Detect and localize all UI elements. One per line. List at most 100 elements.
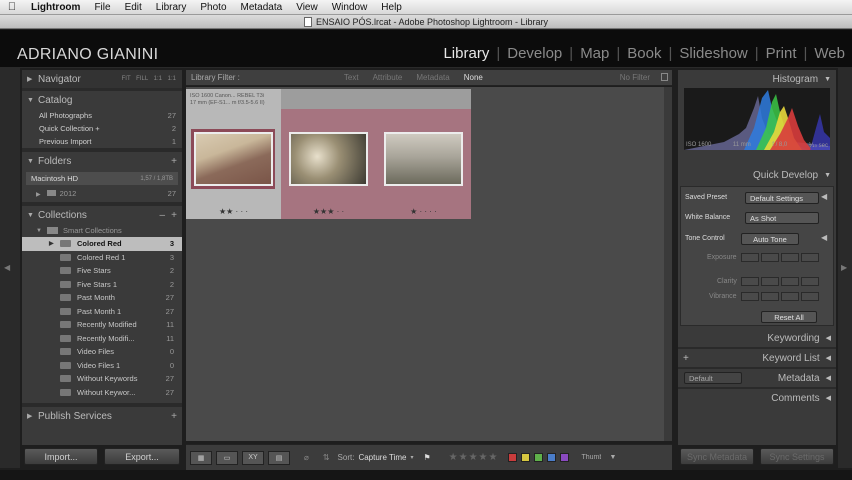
collection-item-recently-modified-1[interactable]: Recently Modifi... 11 bbox=[22, 332, 182, 346]
sync-settings-button[interactable]: Sync Settings bbox=[760, 448, 834, 465]
grid-cell[interactable]: ★ · · · · bbox=[376, 89, 471, 219]
rating-filter-stars[interactable]: ★★★★★ bbox=[449, 452, 499, 463]
star-rating[interactable]: ★★★ · · bbox=[281, 207, 376, 216]
left-panel-arrow-icon[interactable]: ◀ bbox=[4, 263, 10, 272]
collapse-triangle-icon[interactable]: ▼ bbox=[27, 212, 38, 219]
painter-icon[interactable]: ⌀ bbox=[304, 453, 309, 462]
grid-scrollbar[interactable] bbox=[664, 87, 672, 441]
chevron-down-icon[interactable]: ▾ bbox=[410, 454, 413, 461]
filter-preset-dropdown[interactable]: No Filter bbox=[620, 73, 650, 82]
flag-icon[interactable]: ⚑ bbox=[423, 453, 430, 462]
photo-thumbnail[interactable] bbox=[194, 132, 273, 186]
clarity-decrease-button[interactable] bbox=[761, 277, 779, 286]
expand-triangle-icon[interactable]: ◀ bbox=[826, 374, 831, 382]
menu-library[interactable]: Library bbox=[149, 2, 194, 13]
expand-triangle-icon[interactable]: ◀ bbox=[826, 394, 831, 402]
quick-develop-header[interactable]: Quick Develop ▼ bbox=[678, 166, 836, 184]
metadata-header[interactable]: Default Metadata ◀ bbox=[678, 369, 836, 387]
navigator-zoom-options[interactable]: FIT FILL 1:1 1:1 bbox=[122, 76, 176, 82]
catalog-header[interactable]: ▼ Catalog bbox=[22, 91, 182, 109]
exposure-increase-button[interactable] bbox=[781, 253, 799, 262]
menu-photo[interactable]: Photo bbox=[193, 2, 233, 13]
keyword-list-header[interactable]: + Keyword List ◀ bbox=[678, 349, 836, 367]
collection-item-colored-red[interactable]: ▶ Colored Red 3 bbox=[22, 237, 182, 251]
import-button[interactable]: Import... bbox=[24, 448, 98, 465]
catalog-item-previous-import[interactable]: Previous Import 1 bbox=[22, 135, 182, 148]
purple-label-swatch[interactable] bbox=[560, 453, 570, 462]
metadata-preset-dropdown[interactable]: Default bbox=[684, 372, 742, 384]
right-panel-toggle-strip[interactable]: ▶ bbox=[838, 68, 852, 468]
collections-header[interactable]: ▼ Collections – + bbox=[22, 206, 182, 224]
menu-file[interactable]: File bbox=[87, 2, 117, 13]
grid-view-button[interactable]: ▦ bbox=[190, 450, 212, 465]
add-collection-icon[interactable]: + bbox=[171, 210, 177, 221]
catalog-item-all-photographs[interactable]: All Photographs 27 bbox=[22, 109, 182, 122]
exposure-decrease-large-button[interactable] bbox=[741, 253, 759, 262]
collection-item-past-month[interactable]: Past Month 27 bbox=[22, 291, 182, 305]
right-panel-arrow-icon[interactable]: ▶ bbox=[841, 263, 847, 272]
comments-header[interactable]: Comments ◀ bbox=[678, 389, 836, 407]
collection-item-recently-modified[interactable]: Recently Modified 11 bbox=[22, 318, 182, 332]
collapse-triangle-icon[interactable]: ◀ bbox=[821, 233, 827, 242]
clarity-increase-button[interactable] bbox=[781, 277, 799, 286]
vibrance-decrease-large-button[interactable] bbox=[741, 292, 759, 301]
loupe-view-button[interactable]: ▭ bbox=[216, 450, 238, 465]
vibrance-decrease-button[interactable] bbox=[761, 292, 779, 301]
vibrance-increase-button[interactable] bbox=[781, 292, 799, 301]
filter-lock-icon[interactable] bbox=[661, 73, 668, 81]
module-book[interactable]: Book bbox=[620, 45, 668, 62]
menu-view[interactable]: View bbox=[289, 2, 325, 13]
module-library[interactable]: Library bbox=[436, 45, 496, 62]
collection-item-without-keywords[interactable]: Without Keywords 27 bbox=[22, 372, 182, 386]
survey-view-button[interactable]: ▤ bbox=[268, 450, 290, 465]
apple-menu-icon[interactable]:  bbox=[0, 1, 24, 13]
collapse-triangle-icon[interactable]: ▼ bbox=[824, 76, 831, 83]
menu-app[interactable]: Lightroom bbox=[24, 2, 87, 13]
folder-item-2012[interactable]: ▶ 2012 27 bbox=[22, 187, 182, 200]
folders-header[interactable]: ▼ Folders + bbox=[22, 152, 182, 170]
sort-direction-icon[interactable]: ⇅ bbox=[323, 453, 330, 462]
white-balance-dropdown[interactable]: As Shot bbox=[745, 212, 819, 224]
smart-collections-group[interactable]: ▼ Smart Collections bbox=[22, 224, 182, 237]
collapse-triangle-icon[interactable]: ▼ bbox=[824, 172, 831, 179]
module-web[interactable]: Web bbox=[807, 45, 852, 62]
collapse-triangle-icon[interactable]: ▼ bbox=[27, 158, 38, 165]
navigator-header[interactable]: ▶ Navigator FIT FILL 1:1 1:1 bbox=[22, 70, 182, 88]
photo-thumbnail[interactable] bbox=[289, 132, 368, 186]
reset-all-button[interactable]: Reset All bbox=[761, 311, 817, 323]
auto-tone-button[interactable]: Auto Tone bbox=[741, 233, 799, 245]
add-folder-icon[interactable]: + bbox=[171, 156, 177, 167]
compare-view-button[interactable]: XY bbox=[242, 450, 264, 465]
collapse-triangle-icon[interactable]: ▼ bbox=[27, 97, 38, 104]
add-keyword-icon[interactable]: + bbox=[683, 353, 689, 364]
module-develop[interactable]: Develop bbox=[500, 45, 569, 62]
collection-item-without-keywords-1[interactable]: Without Keywor... 27 bbox=[22, 386, 182, 400]
clarity-decrease-large-button[interactable] bbox=[741, 277, 759, 286]
keywording-header[interactable]: Keywording ◀ bbox=[678, 329, 836, 347]
grid-cell[interactable]: ★★★ · · bbox=[281, 89, 376, 219]
module-map[interactable]: Map bbox=[573, 45, 616, 62]
yellow-label-swatch[interactable] bbox=[521, 453, 531, 462]
clarity-increase-large-button[interactable] bbox=[801, 277, 819, 286]
grid-cell[interactable]: ISO 1600 Canon... REBEL T3i 17 mm (EF-S1.… bbox=[186, 89, 281, 219]
sync-metadata-button[interactable]: Sync Metadata bbox=[680, 448, 754, 465]
add-publish-service-icon[interactable]: + bbox=[171, 411, 177, 422]
sort-dropdown[interactable]: Capture Time bbox=[358, 453, 406, 462]
saved-preset-dropdown[interactable]: Default Settings bbox=[745, 192, 819, 204]
module-print[interactable]: Print bbox=[759, 45, 804, 62]
catalog-item-quick-collection[interactable]: Quick Collection +2 bbox=[22, 122, 182, 135]
expand-triangle-icon[interactable]: ◀ bbox=[826, 354, 831, 362]
collection-item-video-files-1[interactable]: Video Files 10 bbox=[22, 359, 182, 373]
exposure-increase-large-button[interactable] bbox=[801, 253, 819, 262]
menu-edit[interactable]: Edit bbox=[118, 2, 149, 13]
expand-triangle-icon[interactable]: ▶ bbox=[27, 75, 38, 83]
red-label-swatch[interactable] bbox=[508, 453, 518, 462]
vibrance-increase-large-button[interactable] bbox=[801, 292, 819, 301]
collection-item-five-stars-1[interactable]: Five Stars 12 bbox=[22, 278, 182, 292]
histogram-graph[interactable]: ISO 1600 11 mm f / 8,0 ⅒ sec bbox=[684, 88, 830, 150]
export-button[interactable]: Export... bbox=[104, 448, 180, 465]
remove-collection-icon[interactable]: – bbox=[159, 210, 165, 221]
photo-thumbnail[interactable] bbox=[384, 132, 463, 186]
menu-window[interactable]: Window bbox=[325, 2, 375, 13]
filter-tab-text[interactable]: Text bbox=[344, 73, 359, 82]
